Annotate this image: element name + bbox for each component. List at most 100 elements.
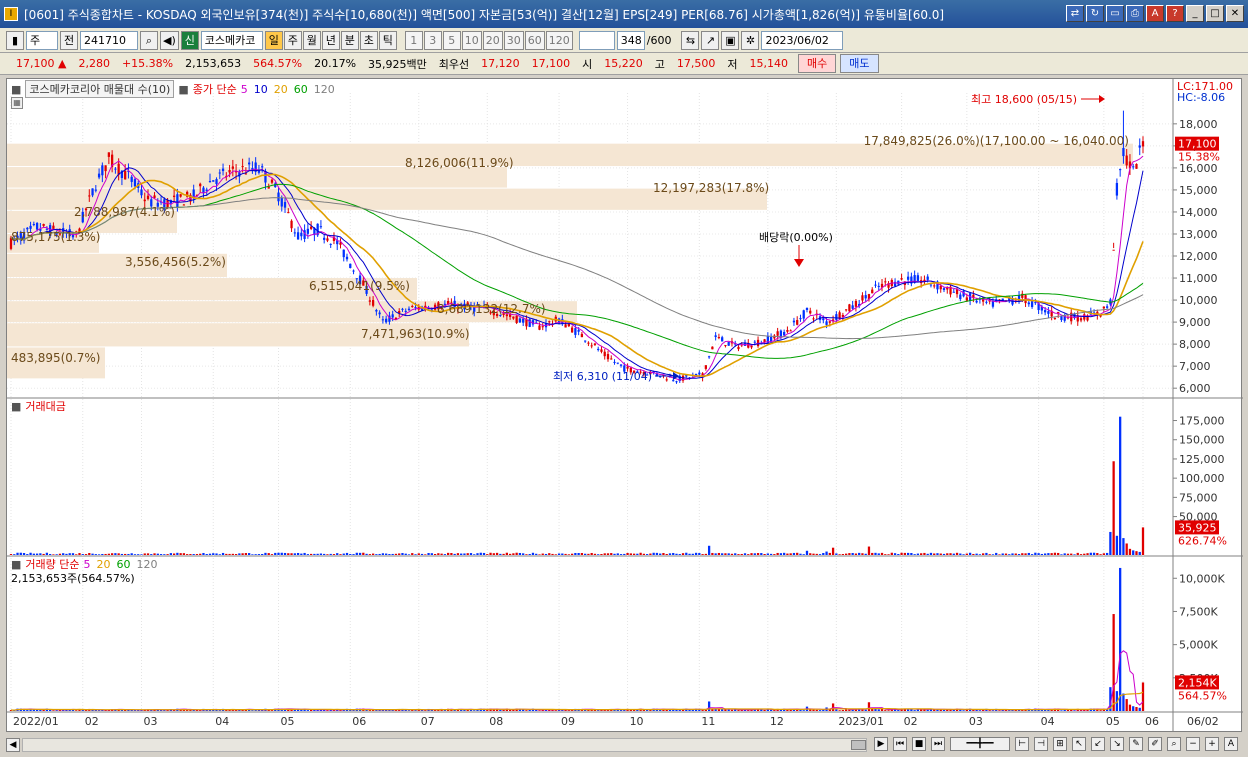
scroll-thumb[interactable]: [851, 740, 866, 750]
play-icon[interactable]: ▶: [874, 737, 888, 751]
zoom-slider[interactable]: ━━╋━━: [950, 737, 1010, 751]
close-button[interactable]: ✕: [1226, 5, 1244, 22]
number-button-30[interactable]: 30: [503, 30, 524, 50]
first-icon[interactable]: ⏮: [893, 737, 907, 751]
help-icon[interactable]: ?: [1166, 5, 1184, 22]
amount-bar: [71, 553, 75, 555]
speaker-icon[interactable]: ◀): [160, 30, 179, 50]
period-button-1[interactable]: 주: [283, 30, 302, 50]
buy-button[interactable]: 매수: [798, 54, 837, 73]
amount-bar: [172, 553, 176, 555]
scroll-left-icon[interactable]: ◀: [6, 737, 20, 752]
amount-bar: [522, 553, 525, 555]
low-label: 저: [727, 57, 738, 71]
plus-icon[interactable]: +: [1205, 737, 1219, 751]
period-button-6[interactable]: 틱: [378, 30, 397, 50]
amount-bar: [1060, 554, 1063, 555]
line-icon[interactable]: ⊣: [1034, 737, 1048, 751]
candle-body: [182, 204, 186, 206]
print-icon[interactable]: ⎙: [1126, 5, 1144, 22]
number-button-1[interactable]: 1: [404, 30, 423, 50]
trend-icon[interactable]: ↗: [701, 30, 720, 50]
period-button-5[interactable]: 초: [359, 30, 378, 50]
time-tick-label: 06: [1145, 715, 1159, 728]
grid-icon[interactable]: ⊞: [1053, 737, 1067, 751]
number-button-10[interactable]: 10: [461, 30, 482, 50]
candle-body: [329, 243, 332, 245]
refresh-icon[interactable]: ↻: [1086, 5, 1104, 22]
hc-label: HC:-8.06: [1177, 91, 1225, 104]
amount-bar: [613, 553, 616, 555]
number-button-60[interactable]: 60: [524, 30, 545, 50]
period-button-0[interactable]: 일: [264, 30, 283, 50]
volume-profile-label: 2,788,987(4.1%): [74, 205, 175, 219]
code-input[interactable]: 241710: [80, 30, 138, 50]
scroll-track[interactable]: [22, 738, 867, 752]
candle-body: [844, 309, 848, 311]
period-button-2[interactable]: 월: [302, 30, 321, 50]
volume-last-label: 2,154K: [1178, 676, 1217, 689]
chart-menu-icon[interactable]: ▮: [6, 30, 24, 50]
spinner-field[interactable]: [578, 30, 615, 50]
date-input[interactable]: 2023/06/02: [761, 30, 844, 50]
amount-bar: [711, 552, 714, 555]
amount-bar: [91, 553, 94, 555]
cursor-icon[interactable]: ↘: [1110, 737, 1124, 751]
chart-svg[interactable]: 6,000 7,000 8,000 9,000 10,000 11,000 12,000 13…: [7, 79, 1243, 733]
link-icon[interactable]: ⇄: [1066, 5, 1084, 22]
search-icon[interactable]: ⌕: [140, 30, 158, 50]
amount-last-label: 35,925: [1178, 521, 1217, 534]
pen2-icon[interactable]: ✐: [1148, 737, 1162, 751]
save-icon[interactable]: ▣: [721, 30, 740, 50]
minus-icon[interactable]: −: [1186, 737, 1200, 751]
font-icon[interactable]: A: [1224, 737, 1238, 751]
number-button-120[interactable]: 120: [545, 30, 573, 50]
amount-bar: [858, 552, 861, 555]
zoomin-icon[interactable]: ⌕: [1167, 737, 1181, 751]
gear-icon[interactable]: ✲: [741, 30, 760, 50]
volume-bar: [443, 710, 447, 711]
number-button-20[interactable]: 20: [482, 30, 503, 50]
amount-bar: [949, 553, 952, 555]
minimize-button[interactable]: _: [1186, 5, 1204, 22]
profile-name-box[interactable]: 코스메카코리아 매물대 수(10): [25, 80, 175, 98]
last-icon[interactable]: ⏭: [931, 737, 945, 751]
candle-body: [306, 228, 310, 234]
period-select[interactable]: 주: [26, 30, 58, 50]
compare-icon[interactable]: ⇆: [681, 30, 700, 50]
candle-body: [114, 168, 117, 170]
amount-bar: [159, 554, 163, 555]
candle-body: [933, 285, 936, 287]
number-button-5[interactable]: 5: [442, 30, 461, 50]
amount-bar: [825, 551, 828, 555]
amount-bar: [512, 553, 515, 555]
candle-body: [900, 278, 903, 280]
period-button-4[interactable]: 분: [340, 30, 359, 50]
amount-bar: [169, 553, 172, 555]
number-button-3[interactable]: 3: [423, 30, 442, 50]
arrow-icon[interactable]: ↖: [1072, 737, 1086, 751]
chart-area[interactable]: 6,000 7,000 8,000 9,000 10,000 11,000 12,000 13…: [6, 78, 1243, 733]
time-tick-label: 07: [421, 715, 435, 728]
amount-bar: [469, 553, 473, 555]
pen-icon[interactable]: ✎: [1129, 737, 1143, 751]
maximize-button[interactable]: □: [1206, 5, 1224, 22]
amount-bar: [988, 554, 991, 555]
table-icon[interactable]: ▦: [11, 97, 23, 109]
stop-icon[interactable]: ■: [912, 737, 926, 751]
prev-button[interactable]: 전: [60, 30, 78, 50]
time-tick-label: 05: [281, 715, 295, 728]
candle-body: [789, 330, 792, 332]
amount-bar: [721, 553, 724, 555]
candle-body: [665, 379, 668, 381]
settings-icon[interactable]: A: [1146, 5, 1164, 22]
amount-bar: [420, 553, 424, 555]
amount-bar: [893, 553, 897, 555]
arrow2-icon[interactable]: ↙: [1091, 737, 1105, 751]
period-button-3[interactable]: 년: [321, 30, 340, 50]
sell-button[interactable]: 매도: [840, 54, 879, 73]
window-icon[interactable]: ▭: [1106, 5, 1124, 22]
count-input[interactable]: 348: [616, 30, 645, 50]
draw-icon[interactable]: ⊢: [1015, 737, 1029, 751]
volume-bar: [368, 710, 371, 711]
